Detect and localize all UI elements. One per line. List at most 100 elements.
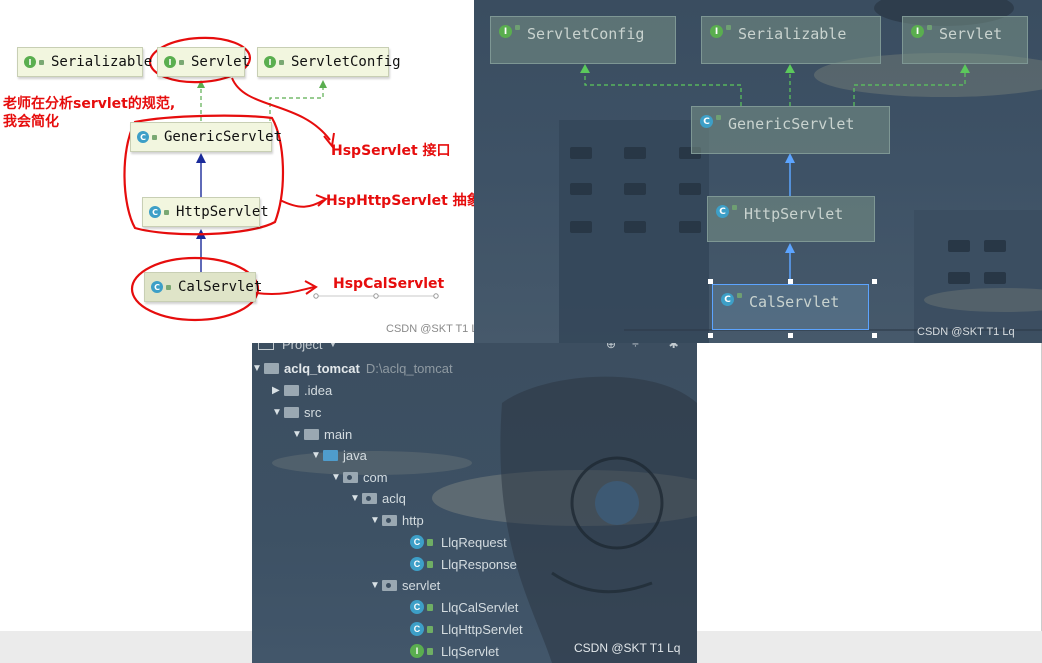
uml-servletconfig-box[interactable]: I ServletConfig bbox=[257, 47, 401, 77]
interface-icon: I bbox=[410, 644, 424, 658]
annotation-note: 老师在分析servlet的规范, 我会简化 bbox=[3, 96, 176, 130]
dark-uml-calservlet-box[interactable]: C CalServlet bbox=[712, 284, 869, 330]
tree-row-root[interactable]: ▼ aclq_tomcat D:\aclq_tomcat bbox=[252, 358, 453, 378]
root-name: aclq_tomcat bbox=[284, 360, 360, 376]
resize-handle[interactable] bbox=[708, 279, 713, 284]
project-header[interactable]: Project ▼ bbox=[258, 343, 337, 354]
class-icon: C bbox=[151, 281, 163, 293]
expand-arrow-icon[interactable]: ▼ bbox=[331, 472, 343, 483]
expand-arrow-icon[interactable]: ▼ bbox=[311, 450, 323, 461]
public-lock-icon bbox=[427, 538, 433, 546]
package-icon bbox=[362, 492, 377, 504]
annotation-hsphttpservlet: HspHttpServlet 抽象类 bbox=[326, 193, 474, 209]
dark-uml-calservlet-label: CalServlet bbox=[749, 293, 840, 311]
tree-label: LlqResponse bbox=[441, 556, 517, 572]
folder-icon bbox=[284, 384, 299, 396]
project-view-icon bbox=[258, 343, 274, 350]
package-icon bbox=[382, 579, 397, 591]
resize-handle[interactable] bbox=[788, 279, 793, 284]
public-lock-icon bbox=[179, 59, 184, 65]
public-lock-icon bbox=[164, 209, 169, 215]
dark-uml-servlet-box[interactable]: I Servlet bbox=[902, 16, 1028, 64]
dark-uml-httpservlet-box[interactable]: C HttpServlet bbox=[707, 196, 875, 242]
expand-arrow-icon[interactable]: ▼ bbox=[252, 363, 264, 374]
tree-row-src[interactable]: ▼ src bbox=[272, 402, 321, 422]
public-lock-icon bbox=[427, 603, 433, 611]
tree-row-main[interactable]: ▼ main bbox=[292, 424, 352, 444]
public-lock-icon bbox=[427, 647, 433, 655]
class-icon: C bbox=[700, 115, 713, 128]
locate-icon[interactable]: ⊕ bbox=[606, 343, 616, 351]
expand-arrow-icon[interactable]: ▼ bbox=[350, 493, 362, 504]
gear-icon[interactable]: ✱ bbox=[669, 343, 679, 351]
tree-row-http[interactable]: ▼ http bbox=[370, 510, 424, 530]
uml-calservlet-box[interactable]: C CalServlet bbox=[144, 272, 262, 302]
project-header-label: Project bbox=[282, 343, 323, 352]
tree-row-llqservlet[interactable]: I LlqServlet bbox=[410, 641, 499, 661]
collapsed-arrow-icon[interactable]: ▶ bbox=[272, 385, 284, 396]
tree-toolbar: ⊕ ÷ ✱ bbox=[606, 343, 679, 354]
resize-handle[interactable] bbox=[708, 333, 713, 338]
expand-arrow-icon[interactable]: ▼ bbox=[370, 580, 382, 591]
uml-calservlet-label: CalServlet bbox=[178, 279, 263, 295]
resize-handle[interactable] bbox=[788, 333, 793, 338]
class-icon: C bbox=[721, 293, 734, 306]
class-icon: C bbox=[410, 557, 424, 571]
expand-arrow-icon[interactable]: ▼ bbox=[370, 515, 382, 526]
interface-icon: I bbox=[499, 25, 512, 38]
public-lock-icon bbox=[716, 115, 721, 120]
resize-handle[interactable] bbox=[872, 279, 877, 284]
tree-row-llqcalservlet[interactable]: C LlqCalServlet bbox=[410, 597, 518, 617]
tree-row-java[interactable]: ▼ java bbox=[311, 445, 367, 465]
tree-label: java bbox=[343, 447, 367, 463]
expand-arrow-icon[interactable]: ▼ bbox=[292, 429, 304, 440]
dark-uml-serializable-label: Serializable bbox=[738, 25, 847, 43]
tree-row-idea[interactable]: ▶ .idea bbox=[272, 380, 332, 400]
tree-row-com[interactable]: ▼ com bbox=[331, 467, 388, 487]
collapse-icon[interactable]: ÷ bbox=[632, 343, 639, 351]
annotation-hspservlet: HspServlet 接口 bbox=[331, 143, 451, 159]
interface-icon: I bbox=[164, 56, 176, 68]
module-folder-icon bbox=[264, 362, 279, 374]
tree-row-llqresponse[interactable]: C LlqResponse bbox=[410, 554, 517, 574]
package-icon bbox=[343, 471, 358, 483]
class-icon: C bbox=[410, 535, 424, 549]
watermark: CSDN @SKT T1 Lq bbox=[386, 323, 474, 335]
uml-httpservlet-box[interactable]: C HttpServlet bbox=[142, 197, 269, 227]
dark-uml-genericservlet-label: GenericServlet bbox=[728, 115, 855, 133]
expand-arrow-icon[interactable]: ▼ bbox=[272, 407, 284, 418]
public-lock-icon bbox=[732, 205, 737, 210]
chevron-down-icon[interactable]: ▼ bbox=[328, 343, 337, 349]
interface-icon: I bbox=[24, 56, 36, 68]
tree-label: servlet bbox=[402, 577, 441, 593]
tree-row-llqrequest[interactable]: C LlqRequest bbox=[410, 532, 507, 552]
dark-uml-httpservlet-label: HttpServlet bbox=[744, 205, 844, 223]
tree-label: LlqCalServlet bbox=[441, 599, 519, 615]
tree-label: LlqHttpServlet bbox=[441, 621, 523, 637]
public-lock-icon bbox=[279, 59, 284, 65]
public-lock-icon bbox=[427, 625, 433, 633]
dark-uml-genericservlet-box[interactable]: C GenericServlet bbox=[691, 106, 890, 154]
interface-icon: I bbox=[911, 25, 924, 38]
class-icon: C bbox=[137, 131, 149, 143]
dark-uml-serializable-box[interactable]: I Serializable bbox=[701, 16, 881, 64]
resize-handle[interactable] bbox=[872, 333, 877, 338]
dark-uml-diagram: I ServletConfig I Serializable I Servlet… bbox=[474, 0, 1042, 343]
blank-area-right bbox=[697, 343, 1042, 631]
watermark: CSDN @SKT T1 Lq bbox=[917, 326, 1015, 338]
dark-uml-servlet-label: Servlet bbox=[939, 25, 1003, 43]
class-icon: C bbox=[410, 622, 424, 636]
public-lock-icon bbox=[166, 284, 171, 290]
tree-label: LlqServlet bbox=[441, 643, 499, 659]
uml-servlet-box[interactable]: I Servlet bbox=[157, 47, 250, 77]
tree-label: main bbox=[324, 426, 353, 442]
tree-row-servlet[interactable]: ▼ servlet bbox=[370, 575, 440, 595]
watermark: CSDN @SKT T1 Lq bbox=[574, 641, 681, 655]
public-lock-icon bbox=[726, 25, 731, 30]
uml-serializable-box[interactable]: I Serializable bbox=[17, 47, 152, 77]
tree-row-aclq[interactable]: ▼ aclq bbox=[350, 488, 406, 508]
package-icon bbox=[382, 514, 397, 526]
project-tree-panel: Project ▼ ⊕ ÷ ✱ ▼ aclq_tomcat D:\aclq_to… bbox=[252, 343, 697, 663]
dark-uml-servletconfig-box[interactable]: I ServletConfig bbox=[490, 16, 676, 64]
tree-row-llqhttpservlet[interactable]: C LlqHttpServlet bbox=[410, 619, 523, 639]
